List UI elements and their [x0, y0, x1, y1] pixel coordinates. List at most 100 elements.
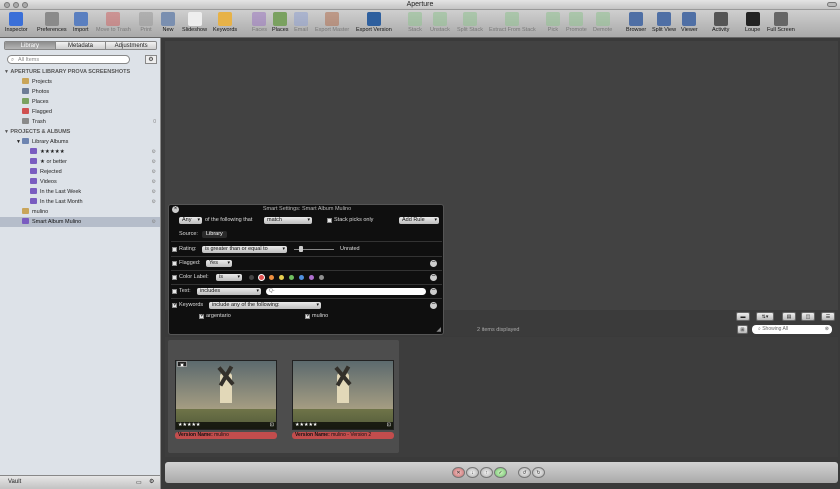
keyword-checkbox[interactable]	[199, 312, 205, 319]
color-swatch[interactable]	[279, 275, 284, 280]
vault-gear-icon[interactable]: ⚙	[149, 478, 154, 485]
browser-search-field[interactable]: ⌕ Showing All ⊗	[752, 325, 832, 334]
toolbar-move-to-trash-button[interactable]: Move to Trash	[96, 11, 131, 33]
remove-flagged-rule-icon[interactable]: −	[430, 259, 437, 267]
color-swatch[interactable]	[249, 275, 254, 280]
photo-thumbnail[interactable]: ★★★★★ ⊡	[175, 360, 277, 430]
stack-badge-icon[interactable]: ▣	[177, 361, 187, 367]
resize-handle-icon[interactable]: ◢	[436, 326, 441, 333]
sidebar-item[interactable]: Photos	[0, 87, 160, 97]
grid-view-icon[interactable]: ▤	[782, 312, 796, 321]
add-rule-popup[interactable]: Add Rule	[399, 217, 439, 224]
gear-icon[interactable]: ⚙	[145, 55, 157, 64]
color-swatch[interactable]	[269, 275, 274, 280]
vault-panel-icon[interactable]: ▭	[136, 479, 142, 486]
source-library-button[interactable]: Library	[202, 231, 227, 238]
filmstrip-icon[interactable]: ▬	[736, 312, 750, 321]
tab-adjustments[interactable]: Adjustments	[106, 42, 156, 49]
version-name-field[interactable]: Version Name: mulino	[175, 432, 277, 439]
sidebar-item[interactable]: Videos ⚙	[0, 177, 160, 187]
sidebar-item[interactable]: Projects	[0, 77, 160, 87]
sidebar-item[interactable]: In the Last Week ⚙	[0, 187, 160, 197]
toolbar-browser-button[interactable]: Browser	[626, 11, 646, 33]
filter-icon[interactable]: ⊞	[737, 325, 748, 334]
remove-keywords-rule-icon[interactable]: −	[430, 301, 437, 309]
toolbar-promote-button[interactable]: Promote	[566, 11, 587, 33]
sidebar-item[interactable]: Smart Album Mulino ⚙	[0, 217, 160, 227]
rotate-right-icon[interactable]: ↻	[532, 467, 545, 478]
toolbar-email-button[interactable]: Email	[294, 11, 308, 33]
toolbar-faces-button[interactable]: Faces	[252, 11, 267, 33]
text-checkbox[interactable]	[172, 289, 177, 294]
rating-operator-popup[interactable]: is greater than or equal to	[202, 246, 287, 253]
flagged-value-popup[interactable]: Yes	[206, 260, 232, 267]
toolbar-pick-button[interactable]: Pick	[546, 11, 560, 33]
rating-checkbox[interactable]	[172, 247, 177, 252]
rotate-left-icon[interactable]: ↺	[518, 467, 531, 478]
toolbar-slideshow-button[interactable]: Slideshow	[182, 11, 207, 33]
toolbar-split-stack-button[interactable]: Split Stack	[457, 11, 483, 33]
tab-metadata[interactable]: Metadata	[55, 42, 107, 49]
remove-text-rule-icon[interactable]: −	[430, 287, 437, 295]
action-gear-icon[interactable]: ⚙	[152, 177, 156, 187]
toolbar-split-view-button[interactable]: Split View	[652, 11, 676, 33]
toolbar-new-button[interactable]: New	[161, 11, 175, 33]
list-view-icon[interactable]: ☰	[821, 312, 835, 321]
action-gear-icon[interactable]: ⚙	[152, 147, 156, 157]
toolbar-viewer-button[interactable]: Viewer	[681, 11, 698, 33]
toolbar-demote-button[interactable]: Demote	[593, 11, 612, 33]
reject-icon[interactable]: ✕	[452, 467, 465, 478]
sidebar-item[interactable]: Trash 0	[0, 117, 160, 127]
stack-picks-checkbox[interactable]	[327, 218, 332, 223]
remove-color-rule-icon[interactable]: −	[430, 273, 437, 281]
sidebar-item[interactable]: ★ or better ⚙	[0, 157, 160, 167]
toolbar-places-button[interactable]: Places	[272, 11, 289, 33]
toolbar-full-screen-button[interactable]: Full Screen	[767, 11, 795, 33]
sidebar-section-header[interactable]: ▼ PROJECTS & ALBUMS	[0, 127, 160, 137]
disclosure-triangle-icon[interactable]: ▼	[16, 137, 21, 147]
clear-search-icon[interactable]: ⊗	[825, 325, 829, 334]
color-swatch[interactable]	[259, 275, 264, 280]
toolbar-extract-from-stack-button[interactable]: Extract From Stack	[489, 11, 536, 33]
rating-stars[interactable]: ★★★★★	[295, 422, 317, 428]
demote-icon[interactable]: ↓	[466, 467, 479, 478]
match-popup[interactable]: match	[264, 217, 312, 224]
toolbar-activity-button[interactable]: Activity	[712, 11, 729, 33]
toolbar-print-button[interactable]: Print	[139, 11, 153, 33]
action-gear-icon[interactable]: ⚙	[152, 197, 156, 207]
color-swatch[interactable]	[299, 275, 304, 280]
toolbar-keywords-button[interactable]: Keywords	[213, 11, 237, 33]
action-gear-icon[interactable]: ⚙	[152, 187, 156, 197]
toolbar-unstack-button[interactable]: Unstack	[430, 11, 450, 33]
toolbar-stack-button[interactable]: Stack	[408, 11, 422, 33]
toolbar-preferences-button[interactable]: Preferences	[37, 11, 67, 33]
sidebar-item[interactable]: Places	[0, 97, 160, 107]
keywords-checkbox[interactable]	[172, 301, 178, 308]
text-search-field[interactable]: Q-	[266, 288, 426, 295]
sidebar-section-header[interactable]: ▼ APERTURE LIBRARY PROVA SCREENSHOTS	[0, 67, 160, 77]
sort-menu-icon[interactable]: ⇅▾	[756, 312, 774, 321]
toolbar-toggle-button[interactable]	[827, 2, 837, 7]
toolbar-inspector-button[interactable]: Inspector	[5, 11, 28, 33]
toolbar-export-master-button[interactable]: Export Master	[315, 11, 349, 33]
split-view-icon[interactable]: ◫	[801, 312, 815, 321]
flagged-checkbox[interactable]	[172, 261, 177, 266]
any-all-popup[interactable]: Any	[179, 217, 202, 224]
toolbar-import-button[interactable]: Import	[73, 11, 89, 33]
library-search-input[interactable]: ⌕ All Items	[7, 55, 130, 64]
toolbar-export-version-button[interactable]: Export Version	[356, 11, 392, 33]
trash-badge-icon[interactable]: ⊡	[270, 422, 274, 429]
version-name-field[interactable]: Version Name: mulino - Version 2	[292, 432, 394, 439]
action-gear-icon[interactable]: ⚙	[152, 167, 156, 177]
sidebar-item[interactable]: mulino	[0, 207, 160, 217]
sidebar-item[interactable]: ★★★★★ ⚙	[0, 147, 160, 157]
approve-icon[interactable]: ✓	[494, 467, 507, 478]
color-swatch[interactable]	[289, 275, 294, 280]
keyword-checkbox[interactable]	[305, 312, 311, 319]
color-operator-popup[interactable]: is	[216, 274, 242, 281]
toolbar-loupe-button[interactable]: Loupe	[745, 11, 760, 33]
rating-stars[interactable]: ★★★★★	[178, 422, 200, 428]
sidebar-item[interactable]: Rejected ⚙	[0, 167, 160, 177]
sidebar-item[interactable]: Flagged	[0, 107, 160, 117]
action-gear-icon[interactable]: ⚙	[152, 157, 156, 167]
